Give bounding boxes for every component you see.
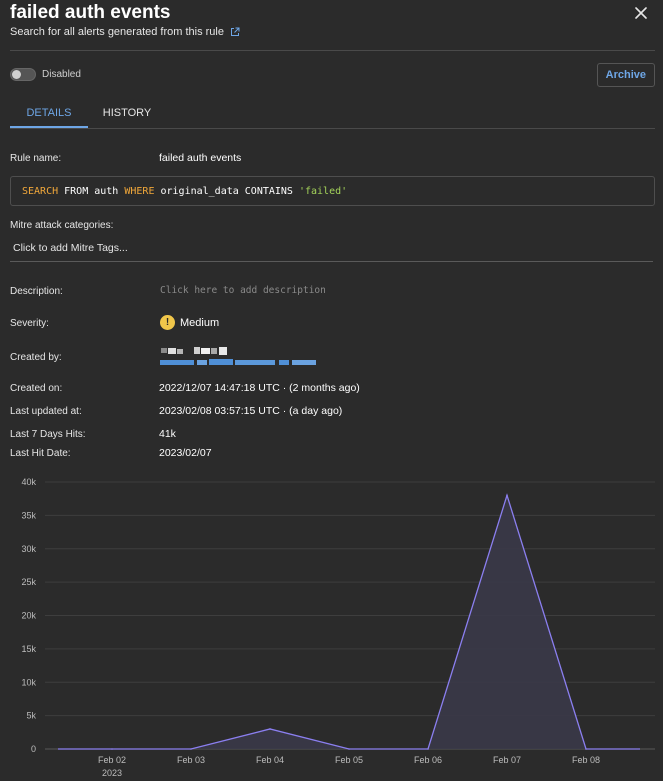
rule-name-value[interactable]: failed auth events [159,152,241,164]
y-tick-label: 40k [21,477,36,487]
severity-value[interactable]: Medium [180,317,219,329]
hits-label: Last 7 Days Hits: [10,429,86,440]
query-text-condition: original_data CONTAINS [154,185,299,197]
last-updated-value: 2023/02/08 03:57:15 UTC · (a day ago) [159,405,343,417]
tabs-divider [10,128,655,129]
data-point [269,728,271,730]
query-string-literal: 'failed' [298,185,348,197]
y-tick-label: 25k [21,577,36,587]
description-input[interactable]: Click here to add description [160,285,326,296]
x-tick-label: Feb 02 [98,755,126,765]
data-point [506,494,508,497]
y-tick-label: 5k [26,711,36,721]
data-point [111,748,113,750]
rule-title: failed auth events [10,2,171,23]
last-hit-value: 2023/02/07 [159,447,212,459]
archive-button[interactable]: Archive [596,63,655,87]
toggle-label: Disabled [42,69,81,80]
x-tick-label: Feb 08 [572,755,600,765]
x-tick-label: Feb 06 [414,755,442,765]
tab-history[interactable]: HISTORY [96,107,158,119]
x-year-label: 2023 [102,768,122,778]
query-editor[interactable]: SEARCH FROM auth WHERE original_data CON… [10,176,655,206]
y-tick-label: 30k [21,544,36,554]
data-point [427,748,429,750]
query-text-from: FROM auth [58,185,125,197]
query-keyword-where: WHERE [124,185,155,197]
toggle-knob [12,70,21,79]
tab-details[interactable]: DETAILS [10,107,88,119]
created-by-redacted [159,345,319,369]
query-keyword-search: SEARCH [22,185,59,197]
rule-name-label: Rule name: [10,153,62,164]
x-tick-label: Feb 05 [335,755,363,765]
severity-label: Severity: [10,318,49,329]
series-area [112,495,586,749]
data-point [585,748,587,750]
mitre-tags-input[interactable]: Click to add Mitre Tags... [10,240,653,262]
data-point [190,748,192,750]
x-tick-label: Feb 07 [493,755,521,765]
hits-value: 41k [159,428,176,440]
external-link-icon [231,27,240,36]
mitre-label: Mitre attack categories: [10,220,114,231]
search-alerts-link-label: Search for all alerts generated from thi… [10,26,224,38]
y-tick-label: 35k [21,510,36,520]
last-updated-label: Last updated at: [10,406,82,417]
y-tick-label: 15k [21,644,36,654]
close-icon[interactable] [633,5,649,21]
search-alerts-link[interactable]: Search for all alerts generated from thi… [10,26,240,38]
created-by-label: Created by: [10,352,62,363]
header-divider [10,50,655,51]
created-on-label: Created on: [10,383,63,394]
data-point [348,748,350,750]
y-tick-label: 10k [21,677,36,687]
description-label: Description: [10,286,63,297]
warning-icon: ! [160,315,175,330]
last-hit-label: Last Hit Date: [10,448,71,459]
x-tick-label: Feb 04 [256,755,284,765]
created-on-value: 2022/12/07 14:47:18 UTC · (2 months ago) [159,382,360,394]
x-tick-label: Feb 03 [177,755,205,765]
y-tick-label: 20k [21,611,36,621]
enable-toggle[interactable] [10,68,36,81]
hits-area-chart: 0 5k 10k 15k 20k 25k 30k 35k 40k Feb 02 Feb 03 Feb … [21,477,655,778]
y-tick-label: 0 [31,744,36,754]
